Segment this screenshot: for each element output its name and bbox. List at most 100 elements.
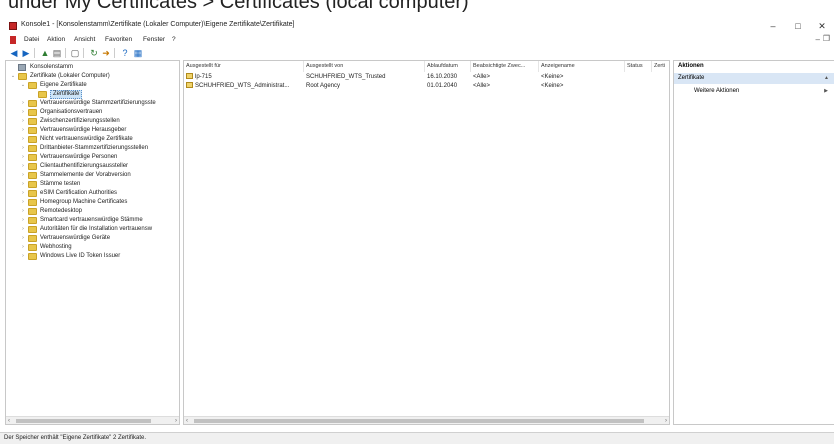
tree-item[interactable]: › Drittanbieter-Stammzertifizierungsstell… (6, 144, 179, 153)
up-icon[interactable]: ▲ (40, 48, 50, 58)
scroll-left-arrow-icon[interactable]: ‹ (186, 417, 188, 424)
tree-item[interactable]: › Webhosting (6, 243, 179, 252)
caption-banner: under My Certificates > Certificates (lo… (0, 0, 834, 18)
actions-section-zertifikate[interactable]: Zertifikate ▲ (674, 73, 834, 84)
forward-icon[interactable]: ▶ (21, 48, 31, 58)
scroll-left-arrow-icon[interactable]: ‹ (8, 417, 10, 424)
menu-ansicht[interactable]: Ansicht (74, 36, 95, 43)
column-header-intended-purposes[interactable]: Beabsichtigte Zwec... (471, 61, 539, 72)
menu-help[interactable]: ? (172, 36, 176, 43)
expand-chevron-right-icon[interactable]: › (20, 117, 26, 126)
tree-item[interactable]: › Clientauthentifizierungsaussteller (6, 162, 179, 171)
menu-datei[interactable]: Datei (24, 36, 39, 43)
expand-chevron-right-icon[interactable]: › (20, 108, 26, 117)
expand-chevron-down-icon[interactable]: ⌄ (10, 72, 16, 81)
expand-chevron-right-icon[interactable]: › (20, 216, 26, 225)
expand-chevron-down-icon[interactable]: ⌄ (20, 81, 26, 90)
tree-item-label: Drittanbieter-Stammzertifizierungsstelle… (40, 145, 149, 151)
tree-item[interactable]: › Vertrauenswürdige Herausgeber (6, 126, 179, 135)
tree-item[interactable]: › Vertrauenswürdige Personen (6, 153, 179, 162)
tree-item-label: eSIM Certification Authorities (40, 190, 118, 196)
properties-icon[interactable]: ▢ (70, 48, 80, 58)
toolbar: ◀ ▶ ▲ ▤ ▢ ↻ ➜ ? ▦ (0, 46, 834, 60)
tree-horizontal-scrollbar[interactable]: ‹ › (6, 416, 179, 424)
folder-icon (28, 145, 37, 152)
expand-chevron-right-icon[interactable]: › (20, 162, 26, 171)
tree-item[interactable]: › Stammelemente der Vorabversion (6, 171, 179, 180)
expand-chevron-right-icon[interactable]: › (20, 252, 26, 261)
scroll-thumb[interactable] (16, 419, 151, 423)
back-icon[interactable]: ◀ (9, 48, 19, 58)
expand-chevron-right-icon[interactable]: › (20, 144, 26, 153)
maximize-button[interactable]: □ (787, 19, 809, 33)
expand-chevron-right-icon[interactable]: › (20, 135, 26, 144)
expand-chevron-right-icon[interactable]: › (20, 198, 26, 207)
expand-chevron-right-icon[interactable]: › (20, 153, 26, 162)
expand-chevron-right-icon[interactable]: › (20, 243, 26, 252)
menu-favoriten[interactable]: Favoriten (105, 36, 132, 43)
folder-icon (38, 91, 47, 98)
menu-fenster[interactable]: Fenster (143, 36, 165, 43)
console-tree-pane[interactable]: Konsolenstamm ⌄ Zertifikate (Lokaler Compu… (5, 60, 180, 425)
close-button[interactable]: ✕ (811, 19, 833, 33)
tree-item[interactable]: › Organisationsvertrauen (6, 108, 179, 117)
tree-item[interactable]: › Windows Live ID Token Issuer (6, 252, 179, 261)
submenu-arrow-icon[interactable]: ▶ (824, 87, 828, 96)
certificate-icon (186, 82, 193, 88)
toolbar-separator (65, 48, 66, 58)
expand-chevron-right-icon[interactable]: › (20, 171, 26, 180)
tree-item[interactable]: › Homegroup Machine Certificates (6, 198, 179, 207)
tree-item[interactable]: Konsolenstamm (6, 63, 179, 72)
collapse-arrow-icon[interactable]: ▲ (824, 73, 829, 84)
tree-item[interactable]: › Stämme testen (6, 180, 179, 189)
tree-item[interactable]: › Remotedesktop (6, 207, 179, 216)
scroll-thumb[interactable] (194, 419, 644, 423)
expand-chevron-right-icon[interactable]: › (20, 225, 26, 234)
actions-pane: Aktionen Zertifikate ▲ Weitere Aktionen … (673, 60, 834, 425)
tree-item[interactable]: ⌄ Zertifikate (Lokaler Computer) (6, 72, 179, 81)
refresh-icon[interactable]: ↻ (89, 48, 99, 58)
action-weitere-aktionen[interactable]: Weitere Aktionen (694, 87, 739, 96)
tree-item[interactable]: Zertifikate (6, 90, 179, 99)
tree-item[interactable]: › Nicht vertrauenswürdige Zertifikate (6, 135, 179, 144)
scroll-right-arrow-icon[interactable]: › (665, 417, 667, 424)
mmc-app-icon (9, 22, 17, 30)
inner-minimize-button[interactable]: – (816, 35, 820, 44)
folder-icon (28, 244, 37, 251)
minimize-button[interactable]: – (762, 19, 784, 33)
tree-item[interactable]: ⌄ Eigene Zertifikate (6, 81, 179, 90)
inner-restore-button[interactable]: ❐ (823, 34, 830, 43)
expand-chevron-right-icon[interactable]: › (20, 180, 26, 189)
expand-chevron-right-icon[interactable]: › (20, 126, 26, 135)
tree-item[interactable]: › Vertrauenswürdige Stammzertifizierungss… (6, 99, 179, 108)
mmc-icon[interactable]: ▦ (133, 48, 143, 58)
expand-chevron-right-icon[interactable]: › (20, 207, 26, 216)
expand-chevron-right-icon[interactable]: › (20, 234, 26, 243)
column-header-template[interactable]: Zerti (652, 61, 669, 72)
certificate-list-pane[interactable]: Ausgestellt für Ausgestellt von Ablaufda… (183, 60, 670, 425)
show-hide-tree-icon[interactable]: ▤ (52, 48, 62, 58)
list-horizontal-scrollbar[interactable]: ‹ › (184, 416, 669, 424)
column-header-status[interactable]: Status (625, 61, 652, 72)
export-list-icon[interactable]: ➜ (101, 48, 111, 58)
tree-item-label: Vertrauenswürdige Personen (40, 154, 118, 160)
title-bar: Konsole1 - [Konsolenstamm\Zertifikate (L… (0, 18, 834, 34)
tree-item[interactable]: › Autoritäten für die Installation vertra… (6, 225, 179, 234)
cell-purposes: <Alle> (473, 74, 491, 80)
tree-item[interactable]: › Zwischenzertifizierungsstellen (6, 117, 179, 126)
column-header-expiration[interactable]: Ablaufdatum (425, 61, 471, 72)
column-header-issued-by[interactable]: Ausgestellt von (304, 61, 425, 72)
status-text: Der Speicher enthält "Eigene Zertifikate… (4, 435, 146, 441)
help-icon[interactable]: ? (120, 48, 130, 58)
scroll-right-arrow-icon[interactable]: › (175, 417, 177, 424)
expand-chevron-right-icon[interactable]: › (20, 189, 26, 198)
menu-aktion[interactable]: Aktion (47, 36, 65, 43)
column-header-issued-to[interactable]: Ausgestellt für (184, 61, 304, 72)
cell-expiration: 16.10.2030 (427, 74, 458, 80)
tree-item[interactable]: › Vertrauenswürdige Geräte (6, 234, 179, 243)
column-header-friendly-name[interactable]: Anzeigename (539, 61, 625, 72)
tree-item[interactable]: › Smartcard vertrauenswürdige Stämme (6, 216, 179, 225)
tree-item-label: Remotedesktop (40, 208, 83, 214)
tree-item[interactable]: › eSIM Certification Authorities (6, 189, 179, 198)
expand-chevron-right-icon[interactable]: › (20, 99, 26, 108)
